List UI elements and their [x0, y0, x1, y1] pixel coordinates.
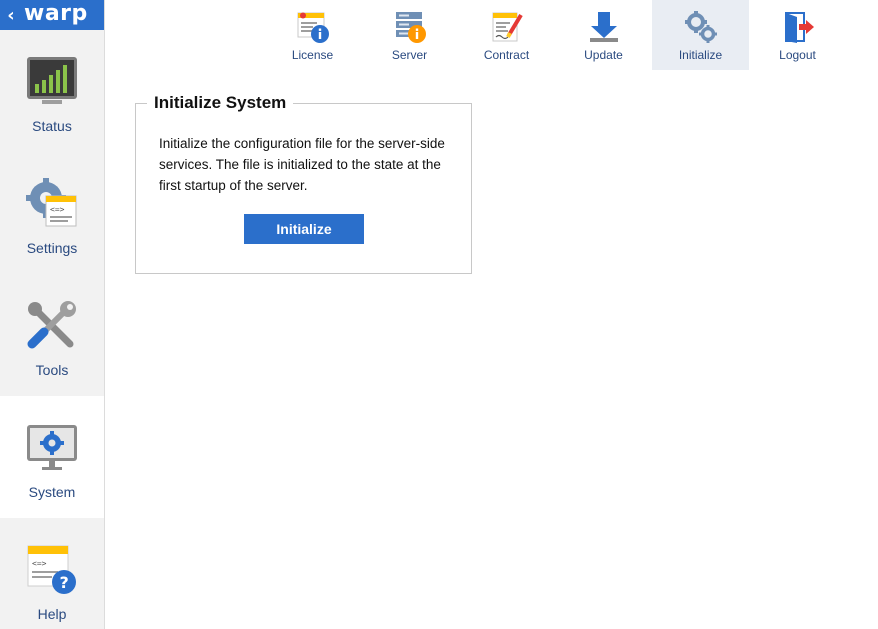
brand-bar[interactable]: ‹ warp: [0, 0, 104, 30]
sidebar-item-label: System: [28, 484, 76, 500]
sidebar-item-label: Status: [32, 118, 72, 134]
sidebar-item-system[interactable]: System: [0, 396, 104, 518]
tab-logout[interactable]: Logout: [749, 0, 846, 70]
svg-text:?: ?: [60, 573, 69, 592]
tab-label: Logout: [779, 48, 816, 62]
help-question-icon: <=> ?: [27, 545, 76, 594]
sidebar-item-label: Help: [37, 606, 67, 622]
initialize-button[interactable]: Initialize: [244, 214, 364, 244]
sidebar-item-settings[interactable]: <=> Settings: [0, 152, 104, 274]
panel-description: Initialize the configuration file for th…: [159, 136, 445, 193]
sidebar-item-label: Tools: [35, 362, 69, 378]
app-window: ‹ warp Status <=> Settings Tools System …: [0, 0, 878, 629]
brand-name: warp: [24, 1, 88, 26]
tab-contract[interactable]: Contract: [458, 0, 555, 70]
contract-icon: [492, 12, 523, 42]
tab-license[interactable]: License: [264, 0, 361, 70]
license-icon: [297, 12, 329, 43]
top-toolbar: License Server Contract Update Initializ…: [264, 0, 846, 70]
sidebar-item-label: Settings: [26, 240, 78, 256]
tab-label: License: [291, 48, 334, 62]
svg-text:<=>: <=>: [32, 559, 47, 568]
logout-door-icon: [784, 12, 814, 43]
tab-initialize[interactable]: Initialize: [652, 0, 749, 70]
initialize-gears-icon: [684, 11, 717, 43]
tools-wrench-icon: [27, 301, 76, 349]
back-chevron-icon[interactable]: ‹: [0, 5, 22, 26]
sidebar-item-help[interactable]: <=> ? Help: [0, 518, 104, 629]
tab-server[interactable]: Server: [361, 0, 458, 70]
update-download-icon: [589, 12, 618, 42]
sidebar-item-status[interactable]: Status: [0, 30, 104, 152]
server-icon: [395, 12, 426, 43]
tab-update[interactable]: Update: [555, 0, 652, 70]
sidebar: ‹ warp Status <=> Settings Tools System …: [0, 0, 105, 629]
initialize-system-panel: Initialize System Initialize the configu…: [135, 93, 472, 274]
tab-label: Initialize: [678, 48, 723, 62]
settings-gear-icon: <=>: [26, 178, 77, 227]
sidebar-item-tools[interactable]: Tools: [0, 274, 104, 396]
panel-title: Initialize System: [147, 93, 294, 113]
system-monitor-icon: [27, 425, 77, 470]
tab-label: Server: [391, 48, 428, 62]
tab-label: Contract: [483, 48, 530, 62]
svg-text:<=>: <=>: [50, 205, 65, 214]
status-chart-icon: [27, 57, 77, 104]
tab-label: Update: [584, 48, 623, 62]
